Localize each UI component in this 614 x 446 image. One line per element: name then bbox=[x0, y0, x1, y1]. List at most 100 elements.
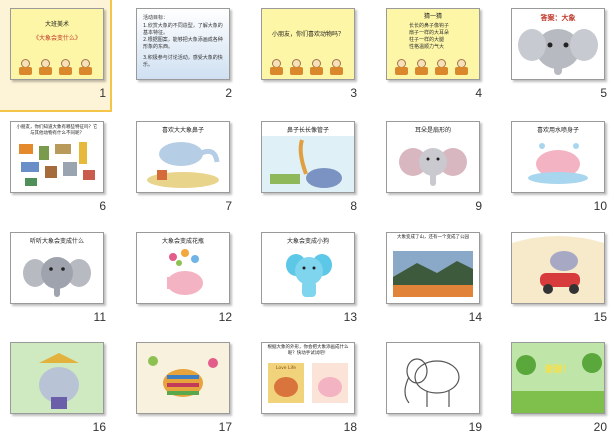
slide-17-number: 17 bbox=[218, 420, 232, 434]
slide-2-line-2: 2.根据图案，能够把大象添画成各种形象的东西。 bbox=[143, 37, 223, 50]
chair-icon bbox=[415, 59, 428, 75]
slide-20-number: 20 bbox=[593, 420, 607, 434]
slide-6-number: 6 bbox=[99, 199, 106, 213]
slide-7-number: 7 bbox=[225, 199, 232, 213]
chair-icon bbox=[455, 59, 468, 75]
slide-15-thumbnail bbox=[511, 232, 605, 304]
slide-18-thumbnail: 根据大象的外形，你会把大象添画成什么呢？快动手试试吧！ Love Life bbox=[261, 342, 355, 414]
slide-17-thumbnail bbox=[136, 342, 230, 414]
slide-3-number: 3 bbox=[350, 86, 357, 100]
chair-icon bbox=[270, 59, 283, 75]
elephant-icon bbox=[404, 358, 460, 407]
slide-4-number: 4 bbox=[475, 86, 482, 100]
slide-6-thumbnail: 小朋友，你们知道大象有哪些特征吗？它与其他动物有什么不同呢？ bbox=[10, 121, 104, 193]
chair-icon bbox=[435, 59, 448, 75]
slide-1[interactable]: 大班美术 《大象会变什么》 1 bbox=[0, 0, 112, 112]
slide-17[interactable]: 17 bbox=[126, 334, 236, 444]
slide-19[interactable]: 19 bbox=[376, 334, 486, 444]
elephant-icon bbox=[268, 363, 348, 403]
chair-icon bbox=[330, 59, 343, 75]
elephant-icon bbox=[137, 343, 229, 413]
elephant-icon bbox=[23, 257, 91, 297]
elephant-icon bbox=[147, 142, 220, 188]
slide-9-number: 9 bbox=[475, 199, 482, 213]
chair-icon bbox=[59, 59, 72, 75]
slide-2-heading: 活动目标： bbox=[143, 15, 169, 21]
slide-12-number: 12 bbox=[218, 310, 232, 324]
slide-20-title: 谢谢！ bbox=[544, 365, 572, 375]
slide-14[interactable]: 大象变成了山，还有一个变成了公园 14 bbox=[376, 224, 486, 334]
slide-18-sign: Love Life bbox=[275, 366, 297, 371]
slide-10-number: 10 bbox=[593, 199, 607, 213]
chair-icon bbox=[39, 59, 52, 75]
slide-7-thumbnail: 喜欢大大象鼻子 bbox=[136, 121, 230, 193]
slide-2-line-1: 1.欣赏大象的不同造型，了解大象的基本特征。 bbox=[143, 23, 223, 36]
slide-12[interactable]: 大象会变成花瓶 12 bbox=[126, 224, 236, 334]
slide-1-thumbnail: 大班美术 《大象会变什么》 bbox=[10, 8, 104, 80]
slide-9[interactable]: 耳朵是扇形的 9 bbox=[376, 113, 486, 223]
slide-3-thumbnail: 小朋友，你们喜欢动物吗？ bbox=[261, 8, 355, 80]
slide-13-thumbnail: 大象会变成小狗 bbox=[261, 232, 355, 304]
slide-11[interactable]: 听听大象会变成什么 11 bbox=[0, 224, 110, 334]
slide-3[interactable]: 小朋友，你们喜欢动物吗？ 3 bbox=[251, 0, 361, 110]
slide-19-number: 19 bbox=[468, 420, 482, 434]
chair-row bbox=[389, 55, 477, 75]
elephant-icon bbox=[286, 254, 332, 297]
slide-19-thumbnail bbox=[386, 342, 480, 414]
slide-sorter: 大班美术 《大象会变什么》 1 活动目标： 1.欣赏大象的不同造型，了解大象的基… bbox=[0, 0, 614, 446]
slide-8[interactable]: 鼻子长长像管子 8 bbox=[251, 113, 361, 223]
slide-20[interactable]: 谢谢！ 20 bbox=[501, 334, 611, 444]
slide-10[interactable]: 喜欢用水喷身子 10 bbox=[501, 113, 611, 223]
slide-8-number: 8 bbox=[350, 199, 357, 213]
slide-4-line-3: 柱子一样的大腿 bbox=[409, 37, 445, 43]
chair-row bbox=[13, 55, 101, 75]
chair-icon bbox=[395, 59, 408, 75]
elephant-icon bbox=[262, 136, 354, 192]
slide-7[interactable]: 喜欢大大象鼻子 7 bbox=[126, 113, 236, 223]
slide-2-thumbnail: 活动目标： 1.欣赏大象的不同造型，了解大象的基本特征。 2.根据图案，能够把大… bbox=[136, 8, 230, 80]
slide-5-title: 答案：大象 bbox=[540, 14, 576, 22]
elephant-icon bbox=[528, 143, 588, 184]
slide-18-number: 18 bbox=[343, 420, 357, 434]
elephant-icon bbox=[399, 148, 467, 186]
slide-8-thumbnail: 鼻子长长像管子 bbox=[261, 121, 355, 193]
chair-icon bbox=[19, 59, 32, 75]
slide-15[interactable]: 15 bbox=[501, 224, 611, 334]
slide-12-thumbnail: 大象会变成花瓶 bbox=[136, 232, 230, 304]
tree-icon bbox=[512, 343, 604, 413]
slide-4[interactable]: 猜一猜 长长的鼻子像钩子 扇子一样的大耳朵 柱子一样的大腿 性格温顺力气大 4 bbox=[376, 0, 486, 110]
slide-13[interactable]: 大象会变成小狗 13 bbox=[251, 224, 361, 334]
slide-4-title: 猜一猜 bbox=[423, 13, 442, 20]
slide-3-title: 小朋友，你们喜欢动物吗？ bbox=[271, 31, 344, 38]
elephant-icon bbox=[11, 343, 103, 413]
slide-5-number: 5 bbox=[600, 86, 607, 100]
landscape-photo bbox=[393, 251, 473, 297]
slide-11-number: 11 bbox=[93, 310, 106, 324]
slide-10-thumbnail: 喜欢用水喷身子 bbox=[511, 121, 605, 193]
slide-1-title: 大班美术 bbox=[44, 21, 69, 28]
slide-14-number: 14 bbox=[468, 310, 482, 324]
slide-2-number: 2 bbox=[225, 86, 232, 100]
slide-5-thumbnail: 答案：大象 bbox=[511, 8, 605, 80]
slide-4-line-1: 长长的鼻子像钩子 bbox=[409, 23, 450, 29]
slide-5[interactable]: 答案：大象 5 bbox=[501, 0, 611, 110]
slide-2-line-3: 3.积极参与讨论活动，感受大象的快乐。 bbox=[143, 55, 223, 68]
chair-icon bbox=[290, 59, 303, 75]
slide-2[interactable]: 活动目标： 1.欣赏大象的不同造型，了解大象的基本特征。 2.根据图案，能够把大… bbox=[126, 0, 236, 110]
slide-11-thumbnail: 听听大象会变成什么 bbox=[10, 232, 104, 304]
chair-icon bbox=[79, 59, 92, 75]
slide-16-thumbnail bbox=[10, 342, 104, 414]
flower-icon bbox=[167, 249, 203, 295]
slide-20-thumbnail: 谢谢！ bbox=[511, 342, 605, 414]
slide-18[interactable]: 根据大象的外形，你会把大象添画成什么呢？快动手试试吧！ Love Life 18 bbox=[251, 334, 361, 444]
slide-4-line-4: 性格温顺力气大 bbox=[409, 44, 445, 50]
slide-6[interactable]: 小朋友，你们知道大象有哪些特征吗？它与其他动物有什么不同呢？ 6 bbox=[0, 113, 110, 223]
chair-row bbox=[264, 55, 352, 75]
slide-4-thumbnail: 猜一猜 长长的鼻子像钩子 扇子一样的大耳朵 柱子一样的大腿 性格温顺力气大 bbox=[386, 8, 480, 80]
slide-15-number: 15 bbox=[593, 310, 607, 324]
slide-1-subtitle: 《大象会变什么》 bbox=[32, 35, 81, 42]
slide-16[interactable]: 16 bbox=[0, 334, 110, 444]
slide-4-line-2: 扇子一样的大耳朵 bbox=[409, 30, 450, 36]
slide-16-number: 16 bbox=[92, 420, 106, 434]
slide-14-thumbnail: 大象变成了山，还有一个变成了公园 bbox=[386, 232, 480, 304]
